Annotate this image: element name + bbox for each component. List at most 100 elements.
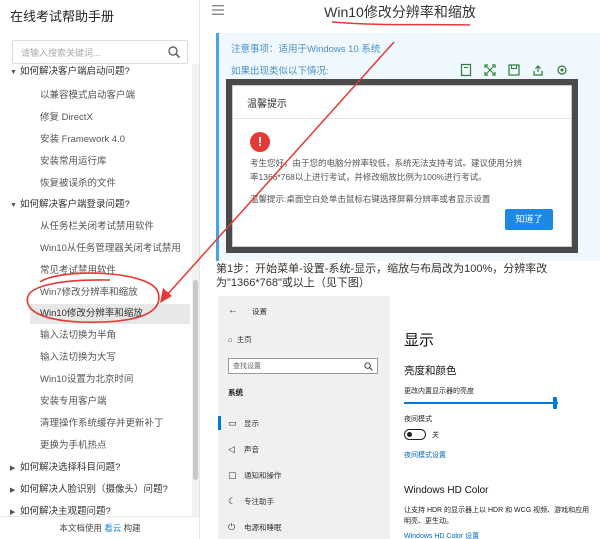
dialog-message: 考生您好，由于您的电脑分辨率较低，系统无法支持考试。建议使用分辨: [250, 158, 523, 168]
hd-color-title: Windows HD Color: [404, 485, 489, 496]
brightness-slider-thumb[interactable]: [553, 397, 557, 409]
settings-nav-label: 通知和操作: [244, 471, 282, 480]
notice-line: 如果出现类似以下情况:: [231, 66, 329, 77]
settings-heading: 显示: [404, 332, 435, 349]
toc-group-label: 如何解决客户端登录问题?: [20, 199, 130, 210]
toc-group-label: 如何解决选择科目问题?: [20, 462, 121, 473]
dialog-ok-button[interactable]: 知道了: [505, 209, 553, 230]
home-icon: ⌂: [228, 335, 233, 344]
settings-nav-label: 声音: [244, 445, 259, 454]
toc-item[interactable]: 恢复被误杀的文件: [40, 174, 116, 194]
toc-item[interactable]: Win10设置为北京时间: [40, 370, 133, 390]
menu-icon[interactable]: [212, 4, 224, 16]
sound-icon: ◁: [228, 444, 235, 454]
notification-icon: ▢: [228, 470, 237, 480]
sidebar-title: 在线考试帮助手册: [10, 9, 115, 24]
caret-down-icon: ▼: [10, 69, 17, 76]
footer-brand-link[interactable]: 看云: [104, 523, 121, 533]
caret-right-icon: ▶: [10, 487, 16, 494]
toc-item[interactable]: 安装专用客户端: [40, 392, 107, 412]
settings-home[interactable]: ⌂ 主页: [228, 334, 252, 345]
share-icon[interactable]: [531, 63, 545, 77]
toc-item[interactable]: 常见考试禁用软件: [40, 261, 116, 281]
settings-nav-pane: ← 设置 ⌂ 主页 系统 ▭ 显示 ◁ 声音 ▢ 通知和操作 ☾ 专注: [218, 296, 390, 539]
caret-right-icon: ▶: [10, 509, 16, 516]
hd-color-description: 让支持 HDR 的显示器上以 HDR 和 WCG 视频、游戏和应用: [404, 507, 590, 514]
toc-item[interactable]: 更换为手机热点: [40, 436, 107, 456]
night-mode-state: 关: [432, 432, 439, 439]
windows-settings-screenshot: ← 设置 ⌂ 主页 系统 ▭ 显示 ◁ 声音 ▢ 通知和操作 ☾ 专注: [218, 296, 600, 539]
toc-group[interactable]: ▼ 如何解决客户端启动问题?: [10, 64, 130, 82]
book-icon[interactable]: [459, 63, 473, 77]
save-icon[interactable]: [507, 63, 521, 77]
toc-item-active[interactable]: Win10修改分辨率和缩放: [30, 304, 190, 324]
toc-group[interactable]: ▶ 如何解决选择科目问题?: [10, 458, 120, 478]
toc-item[interactable]: 安装 Framework 4.0: [40, 130, 125, 150]
settings-nav-label: 显示: [244, 419, 259, 428]
settings-nav-power[interactable]: ⏻ 电源和睡眠: [218, 514, 390, 539]
settings-nav-focus[interactable]: ☾ 专注助手: [218, 488, 390, 514]
notice-line: 注意事项：适用于Windows 10 系统: [231, 44, 381, 55]
settings-search-input[interactable]: [233, 361, 359, 372]
dialog-message: 率1366*768以上进行考试，并修改缩放比例为100%进行考试。: [250, 172, 487, 182]
toc-item[interactable]: 输入法切换为半角: [40, 326, 116, 346]
moon-icon: ☾: [228, 496, 237, 506]
footer-text: 本文档使用: [59, 523, 105, 533]
search-icon[interactable]: [167, 45, 181, 59]
settings-nav-display[interactable]: ▭ 显示: [218, 410, 390, 436]
toc-item[interactable]: 清理操作系统缓存并更新补丁: [40, 414, 164, 434]
settings-nav-notifications[interactable]: ▢ 通知和操作: [218, 462, 390, 488]
power-icon: ⏻: [228, 522, 236, 532]
settings-subheading: 亮度和颜色: [404, 365, 457, 377]
step-1-text: 第1步：开始菜单-设置-系统-显示，缩放与布局改为100%，分辨率改为"1366…: [216, 263, 548, 289]
toc-group-label: 如何解决主观题问题?: [20, 506, 111, 516]
search-icon[interactable]: [364, 362, 373, 371]
toc-item[interactable]: Win7修改分辨率和缩放: [40, 283, 138, 303]
back-arrow-icon[interactable]: ←: [228, 305, 238, 316]
settings-section-title: 系统: [228, 388, 243, 397]
settings-nav-label: 电源和睡眠: [244, 523, 282, 532]
sidebar: 在线考试帮助手册 ▼如何解决客户端启动问题? 以兼容模式启动客户端 修复 Dir…: [0, 0, 200, 539]
monitor-icon: ▭: [228, 418, 237, 428]
title-underline: [331, 21, 471, 26]
settings-nav-sound[interactable]: ◁ 声音: [218, 436, 390, 462]
night-mode-toggle[interactable]: [404, 429, 426, 440]
settings-search-box[interactable]: [228, 358, 378, 374]
toc-group-label: 如何解决客户端启动问题?: [20, 66, 130, 77]
toc-group[interactable]: ▶ 如何解决人脸识别（摄像头）问题?: [10, 480, 168, 500]
settings-home-label: 主页: [236, 335, 252, 344]
caret-right-icon: ▶: [10, 465, 16, 472]
search-box[interactable]: [12, 40, 188, 64]
toc-item[interactable]: 输入法切换为大写: [40, 348, 116, 368]
settings-nav-label: 专注助手: [244, 497, 274, 506]
settings-content-pane: 显示 亮度和颜色 更改内置显示器的亮度 夜间模式 关 夜间模式设置 Window…: [398, 296, 598, 539]
toc-item[interactable]: 安装常用运行库: [40, 152, 107, 172]
gear-icon[interactable]: [555, 63, 569, 77]
toc-group-label: 如何解决人脸识别（摄像头）问题?: [20, 484, 168, 495]
page-title: Win10修改分辨率和缩放: [324, 4, 476, 20]
hd-color-description: 明亮、更生动。: [404, 518, 453, 525]
toc-group[interactable]: ▶ 如何解决主观题问题?: [10, 502, 111, 516]
caret-down-icon: ▼: [10, 202, 17, 209]
dialog-divider: [233, 118, 571, 119]
expand-icon[interactable]: [483, 63, 497, 77]
toc-item[interactable]: 修复 DirectX: [40, 108, 93, 128]
footer-text: 构建: [121, 523, 141, 533]
dialog-title: 温馨提示: [247, 99, 287, 110]
search-input[interactable]: [21, 45, 166, 60]
dialog-tip: 温馨提示:桌面空白处单击鼠标右键选择屏幕分辨率或者显示设置: [250, 194, 491, 204]
settings-app-title: 设置: [252, 307, 267, 316]
sidebar-footer: 本文档使用 看云 构建: [0, 516, 200, 539]
toc-item[interactable]: 从任务栏关闭考试禁用软件: [40, 217, 154, 237]
toc-item[interactable]: 以兼容模式启动客户端: [40, 86, 135, 106]
brightness-label: 更改内置显示器的亮度: [404, 388, 474, 395]
brightness-slider-track[interactable]: [404, 402, 558, 404]
toc-item[interactable]: Win10从任务管理器关闭考试禁用: [40, 239, 181, 259]
sidebar-scrollbar-thumb[interactable]: [193, 280, 198, 480]
hd-color-settings-link[interactable]: Windows HD Color 设置: [404, 531, 479, 539]
night-mode-settings-link[interactable]: 夜间模式设置: [404, 450, 446, 460]
warning-icon: !: [250, 132, 270, 152]
toc-group[interactable]: ▼ 如何解决客户端登录问题?: [10, 195, 130, 215]
toc: ▼ 如何解决客户端启动问题? 以兼容模式启动客户端 修复 DirectX 安装 F…: [0, 64, 192, 516]
night-mode-label: 夜间模式: [404, 416, 432, 423]
